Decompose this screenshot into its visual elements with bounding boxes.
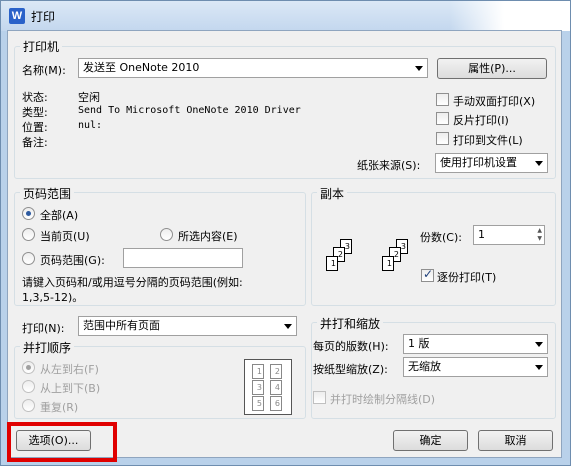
window-title: 打印	[31, 10, 56, 24]
print-what-label: 打印(N):	[22, 322, 65, 335]
collate-label: 逐份打印(T)	[437, 271, 497, 284]
left-to-right-label: 从左到右(F)	[40, 363, 99, 376]
page-range-group-label: 页码范围	[20, 185, 75, 202]
pages-per-sheet-label: 每页的版数(H):	[313, 340, 389, 353]
pages-radio[interactable]	[22, 252, 35, 265]
pages-per-sheet-select[interactable]: 1 版	[403, 334, 548, 354]
printer-name-label: 名称(M):	[22, 64, 66, 77]
draw-borders-checkbox[interactable]	[313, 391, 326, 404]
collate-checkbox[interactable]	[421, 267, 434, 282]
paper-source-value: 使用打印机设置	[440, 156, 517, 169]
pages-per-sheet-value: 1 版	[408, 337, 430, 350]
options-highlight-box	[7, 422, 117, 462]
pages-label: 页码范围(G):	[40, 254, 105, 267]
selection-radio[interactable]	[160, 228, 173, 241]
copies-count-spinner[interactable]: 1 ▲ ▼	[473, 225, 545, 245]
location-value: nul:	[78, 120, 103, 131]
wps-writer-icon: W	[9, 8, 25, 24]
spin-down-icon[interactable]: ▼	[537, 235, 542, 242]
location-label: 位置:	[22, 121, 48, 134]
manual-duplex-label: 手动双面打印(X)	[453, 95, 536, 108]
reverse-print-label: 反片打印(I)	[453, 114, 509, 127]
title-bar: W 打印	[1, 1, 570, 31]
properties-button[interactable]: 属性(P)...	[437, 58, 547, 79]
paper-source-select[interactable]: 使用打印机设置	[435, 153, 548, 173]
pages-input[interactable]	[123, 248, 243, 268]
status-label: 状态:	[22, 91, 48, 104]
spin-up-icon[interactable]: ▲	[537, 227, 542, 234]
repeat-label: 重复(R)	[40, 401, 79, 414]
current-page-label: 当前页(U)	[40, 230, 90, 243]
chevron-down-icon	[415, 66, 423, 71]
type-value: Send To Microsoft OneNote 2010 Driver	[78, 105, 301, 116]
page-range-hint: 请键入页码和/或用逗号分隔的页码范围(例如:	[22, 276, 243, 289]
printer-name-value: 发送至 OneNote 2010	[83, 61, 200, 74]
reverse-print-checkbox[interactable]	[436, 112, 449, 125]
cancel-button[interactable]: 取消	[478, 430, 553, 451]
print-to-file-label: 打印到文件(L)	[453, 134, 523, 147]
scale-label: 按纸型缩放(Z):	[313, 363, 388, 376]
chevron-down-icon	[284, 324, 292, 329]
type-label: 类型:	[22, 106, 48, 119]
chevron-down-icon	[535, 342, 543, 347]
chevron-down-icon	[535, 365, 543, 370]
selection-label: 所选内容(E)	[178, 230, 238, 243]
comment-label: 备注:	[22, 136, 48, 149]
print-what-select[interactable]: 范围中所有页面	[78, 316, 297, 336]
copies-count-value: 1	[478, 228, 485, 241]
print-to-file-checkbox[interactable]	[436, 132, 449, 145]
print-what-value: 范围中所有页面	[83, 319, 160, 332]
paper-source-label: 纸张来源(S):	[357, 159, 421, 172]
chevron-down-icon	[535, 161, 543, 166]
scale-select[interactable]: 无缩放	[403, 357, 548, 377]
zoom-group-label: 并打和缩放	[317, 315, 384, 332]
page-range-all-label: 全部(A)	[40, 209, 79, 222]
page-range-hint-example: 1,3,5-12)。	[22, 291, 84, 304]
top-to-bottom-radio[interactable]	[22, 380, 35, 393]
manual-duplex-checkbox[interactable]	[436, 93, 449, 106]
printer-group-label: 打印机	[20, 38, 63, 55]
copies-count-label: 份数(C):	[420, 231, 462, 244]
ok-button[interactable]: 确定	[393, 430, 468, 451]
page-range-all-radio[interactable]	[22, 207, 35, 220]
current-page-radio[interactable]	[22, 228, 35, 241]
printer-name-select[interactable]: 发送至 OneNote 2010	[78, 58, 428, 78]
repeat-radio[interactable]	[22, 399, 35, 412]
scale-value: 无缩放	[408, 360, 441, 373]
left-to-right-radio[interactable]	[22, 361, 35, 374]
collate-order-group-label: 并打顺序	[20, 339, 75, 356]
title-bar-glare	[450, 1, 570, 31]
copies-group-label: 副本	[317, 185, 348, 202]
top-to-bottom-label: 从上到下(B)	[40, 382, 101, 395]
status-value: 空闲	[78, 91, 100, 104]
draw-borders-label: 并打时绘制分隔线(D)	[330, 393, 436, 406]
